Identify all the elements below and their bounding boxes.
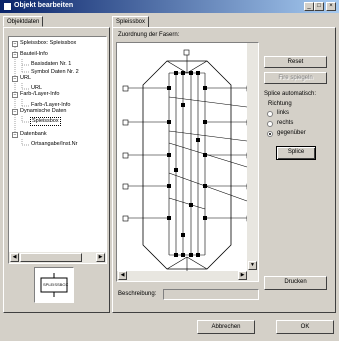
- radio-rechts-label[interactable]: rechts: [277, 120, 293, 126]
- description-field[interactable]: [163, 289, 259, 300]
- tree-item-ortsangabe[interactable]: Ortsangabe/Inst.Nr: [31, 141, 77, 148]
- scroll-left-icon[interactable]: ◀: [118, 271, 127, 280]
- radio-links-label[interactable]: links: [277, 110, 289, 116]
- scroll-down-icon[interactable]: ▼: [248, 261, 257, 270]
- fiber-assignment-diagram: [122, 49, 253, 278]
- tree-item-symbol-daten[interactable]: Symbol Daten Nr. 2: [31, 69, 79, 76]
- scroll-right-icon[interactable]: ▶: [238, 271, 247, 280]
- splice-auto-label: Splice automatisch:: [264, 91, 317, 97]
- ok-button[interactable]: OK: [276, 320, 334, 334]
- tree-expander[interactable]: −: [12, 41, 18, 47]
- tree-item-basisdaten[interactable]: Basisdaten Nr. 1: [31, 61, 71, 68]
- diagram-heading: Zuordnung der Fasern:: [118, 32, 180, 38]
- fiber-diagram-canvas[interactable]: ▼ ◀ ▶: [116, 42, 259, 282]
- close-button[interactable]: ×: [326, 2, 336, 11]
- tree-scroll-thumb[interactable]: [20, 253, 82, 262]
- diagram-horizontal-scrollbar[interactable]: [117, 271, 258, 281]
- radio-rechts[interactable]: [267, 121, 273, 127]
- minimize-button[interactable]: _: [304, 2, 314, 11]
- tree-expander[interactable]: −: [12, 92, 18, 98]
- diagram-vertical-scrollbar[interactable]: [247, 43, 258, 271]
- description-label: Beschreibung:: [118, 291, 157, 297]
- tree-item-dynamische-daten[interactable]: Dynamische Daten: [20, 108, 66, 115]
- tab-objektdaten[interactable]: Objektdaten: [3, 16, 44, 27]
- reset-button[interactable]: Reset: [264, 56, 327, 68]
- scroll-right-icon[interactable]: ▶: [96, 253, 105, 262]
- tree-item-bauteil-info[interactable]: Bauteil-Info: [20, 51, 48, 58]
- app-icon: [3, 2, 12, 11]
- tree-item-spleissbox-root[interactable]: Spleissbox: Spleissbox: [20, 40, 76, 47]
- splice-button[interactable]: Splice: [276, 146, 316, 160]
- radio-gegenueber-label[interactable]: gegenüber: [277, 130, 306, 136]
- tree-expander[interactable]: −: [12, 52, 18, 58]
- direction-label: Richtung: [268, 101, 292, 107]
- scroll-left-icon[interactable]: ◀: [10, 253, 19, 262]
- radio-gegenueber[interactable]: [267, 131, 273, 137]
- tree-view: − Spleissbox: Spleissbox − Bauteil-Info …: [8, 36, 107, 264]
- tree-item-farb-layer-group[interactable]: Farb-/Layer-Info: [20, 91, 59, 98]
- tree-item-url-group[interactable]: URL: [20, 75, 31, 82]
- preview-label: SPLEISSBOX: [43, 282, 69, 287]
- tree-expander[interactable]: −: [12, 109, 18, 115]
- radio-links[interactable]: [267, 111, 273, 117]
- window-title: Objekt bearbeiten: [14, 2, 74, 9]
- tree-expander[interactable]: −: [12, 76, 18, 82]
- cancel-button[interactable]: Abbrechen: [197, 320, 255, 334]
- tree-item-datenbank[interactable]: Datenbank: [20, 131, 47, 138]
- print-button[interactable]: Drucken: [264, 276, 327, 290]
- symbol-preview: SPLEISSBOX: [34, 267, 74, 303]
- maximize-button[interactable]: □: [314, 2, 324, 11]
- tree-item-spleissbox-selected[interactable]: Spleissbox: [30, 117, 61, 126]
- tree-expander[interactable]: −: [12, 132, 18, 138]
- title-bar: Objekt bearbeiten _ □ ×: [0, 0, 339, 13]
- mirror-fibers-button[interactable]: Fire spiegeln: [264, 72, 327, 84]
